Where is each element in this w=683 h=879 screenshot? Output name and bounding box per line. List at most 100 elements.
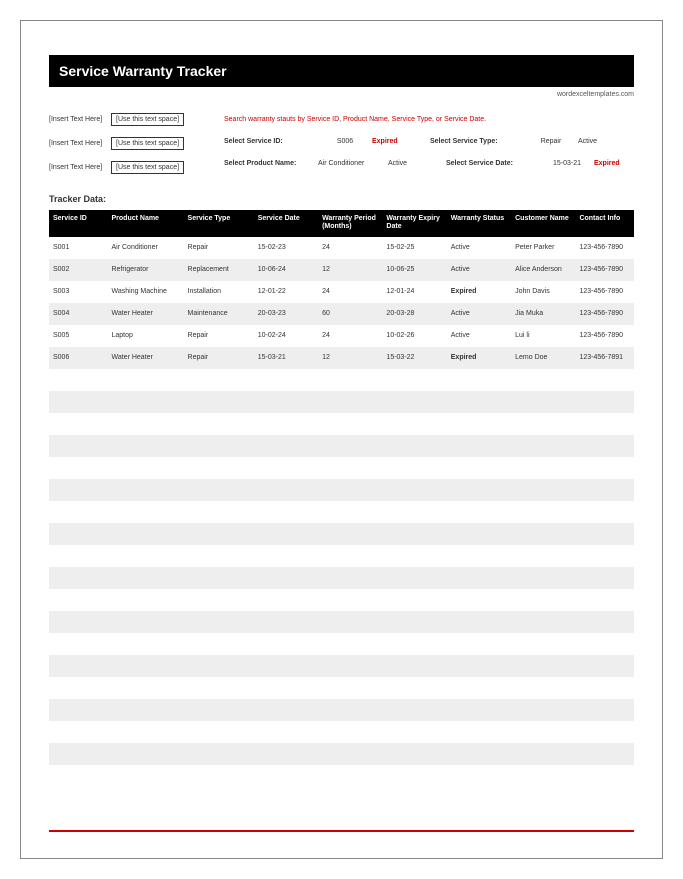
table-cell-empty	[254, 743, 318, 765]
table-header-row: Service ID Product Name Service Type Ser…	[49, 210, 634, 237]
table-cell-empty	[447, 545, 511, 567]
table-cell-empty	[49, 501, 108, 523]
document-page: Service Warranty Tracker wordexceltempla…	[20, 20, 663, 859]
table-cell-empty	[318, 677, 382, 699]
search-value-service-id[interactable]: S006	[318, 138, 372, 145]
table-cell-empty	[447, 743, 511, 765]
table-cell-empty	[575, 435, 634, 457]
table-cell-empty	[511, 523, 575, 545]
search-value-product-name[interactable]: Air Conditioner	[318, 160, 388, 167]
table-cell-empty	[184, 633, 254, 655]
table-cell-empty	[108, 435, 184, 457]
table-cell: 24	[318, 325, 382, 347]
table-cell-empty	[447, 655, 511, 677]
table-cell-empty	[318, 435, 382, 457]
table-cell: 20-03-28	[382, 303, 446, 325]
table-cell-empty	[184, 655, 254, 677]
table-cell-empty	[49, 391, 108, 413]
table-cell-empty	[382, 567, 446, 589]
table-row-empty	[49, 501, 634, 523]
filter-input[interactable]: [Use this text space]	[111, 137, 184, 150]
table-cell-empty	[318, 655, 382, 677]
table-cell-empty	[108, 545, 184, 567]
table-cell-empty	[254, 655, 318, 677]
table-cell-empty	[108, 655, 184, 677]
table-cell: S002	[49, 259, 108, 281]
source-link: wordexceltemplates.com	[49, 91, 634, 98]
table-cell-empty	[447, 391, 511, 413]
table-cell-empty	[575, 721, 634, 743]
table-cell-empty	[318, 479, 382, 501]
table-cell-empty	[49, 611, 108, 633]
table-cell-empty	[575, 611, 634, 633]
table-cell: Alice Anderson	[511, 259, 575, 281]
table-cell-empty	[49, 413, 108, 435]
col-product-name: Product Name	[108, 210, 184, 237]
table-cell-empty	[254, 435, 318, 457]
table-cell-empty	[447, 677, 511, 699]
table-cell-empty	[447, 413, 511, 435]
table-cell-empty	[49, 479, 108, 501]
table-cell-empty	[254, 479, 318, 501]
filter-input[interactable]: [Use this text space]	[111, 161, 184, 174]
table-cell-empty	[49, 435, 108, 457]
search-status-service-date: Expired	[594, 160, 634, 167]
table-cell-empty	[447, 567, 511, 589]
table-cell: S004	[49, 303, 108, 325]
table-cell-empty	[511, 391, 575, 413]
table-cell-empty	[575, 633, 634, 655]
table-cell-empty	[511, 545, 575, 567]
table-cell: Air Conditioner	[108, 237, 184, 259]
table-cell: Jia Muka	[511, 303, 575, 325]
table-cell-empty	[447, 501, 511, 523]
table-cell-empty	[318, 545, 382, 567]
table-cell-empty	[382, 369, 446, 391]
filter-input[interactable]: [Use this text space]	[111, 113, 184, 126]
table-cell-empty	[254, 545, 318, 567]
col-service-id: Service ID	[49, 210, 108, 237]
table-cell-empty	[511, 655, 575, 677]
table-cell: 10-02-24	[254, 325, 318, 347]
table-row: S005LaptopRepair10-02-242410-02-26Active…	[49, 325, 634, 347]
table-cell-empty	[49, 369, 108, 391]
table-cell: Repair	[184, 325, 254, 347]
table-cell-empty	[254, 369, 318, 391]
table-row-empty	[49, 589, 634, 611]
left-filters: [Insert Text Here] [Use this text space]…	[49, 108, 212, 180]
table-cell-empty	[318, 413, 382, 435]
table-body: S001Air ConditionerRepair15-02-232415-02…	[49, 237, 634, 765]
table-cell-empty	[447, 435, 511, 457]
table-cell-empty	[575, 743, 634, 765]
table-cell-empty	[511, 369, 575, 391]
table-row-empty	[49, 457, 634, 479]
table-cell: Washing Machine	[108, 281, 184, 303]
table-cell-empty	[108, 611, 184, 633]
table-cell-empty	[447, 457, 511, 479]
table-cell-empty	[184, 545, 254, 567]
table-row-empty	[49, 369, 634, 391]
table-cell-empty	[575, 413, 634, 435]
table-row-empty	[49, 479, 634, 501]
search-status-service-type: Active	[578, 138, 618, 145]
table-cell: 12-01-22	[254, 281, 318, 303]
table-cell-empty	[382, 457, 446, 479]
search-value-service-type[interactable]: Repair	[524, 138, 578, 145]
page-title: Service Warranty Tracker	[49, 55, 634, 87]
table-cell-empty	[254, 677, 318, 699]
table-cell-empty	[575, 699, 634, 721]
table-cell-empty	[254, 699, 318, 721]
search-value-service-date[interactable]: 15-03-21	[540, 160, 594, 167]
table-cell: 123-456-7890	[575, 303, 634, 325]
table-row-empty	[49, 567, 634, 589]
table-cell-empty	[575, 479, 634, 501]
table-row-empty	[49, 721, 634, 743]
table-row: S004Water HeaterMaintenance20-03-236020-…	[49, 303, 634, 325]
table-cell: 60	[318, 303, 382, 325]
col-service-type: Service Type	[184, 210, 254, 237]
table-cell-empty	[49, 677, 108, 699]
filter-row-3: [Insert Text Here] [Use this text space]	[49, 156, 212, 178]
table-cell-empty	[254, 567, 318, 589]
table-cell-empty	[108, 413, 184, 435]
table-cell: S003	[49, 281, 108, 303]
table-row-empty	[49, 633, 634, 655]
